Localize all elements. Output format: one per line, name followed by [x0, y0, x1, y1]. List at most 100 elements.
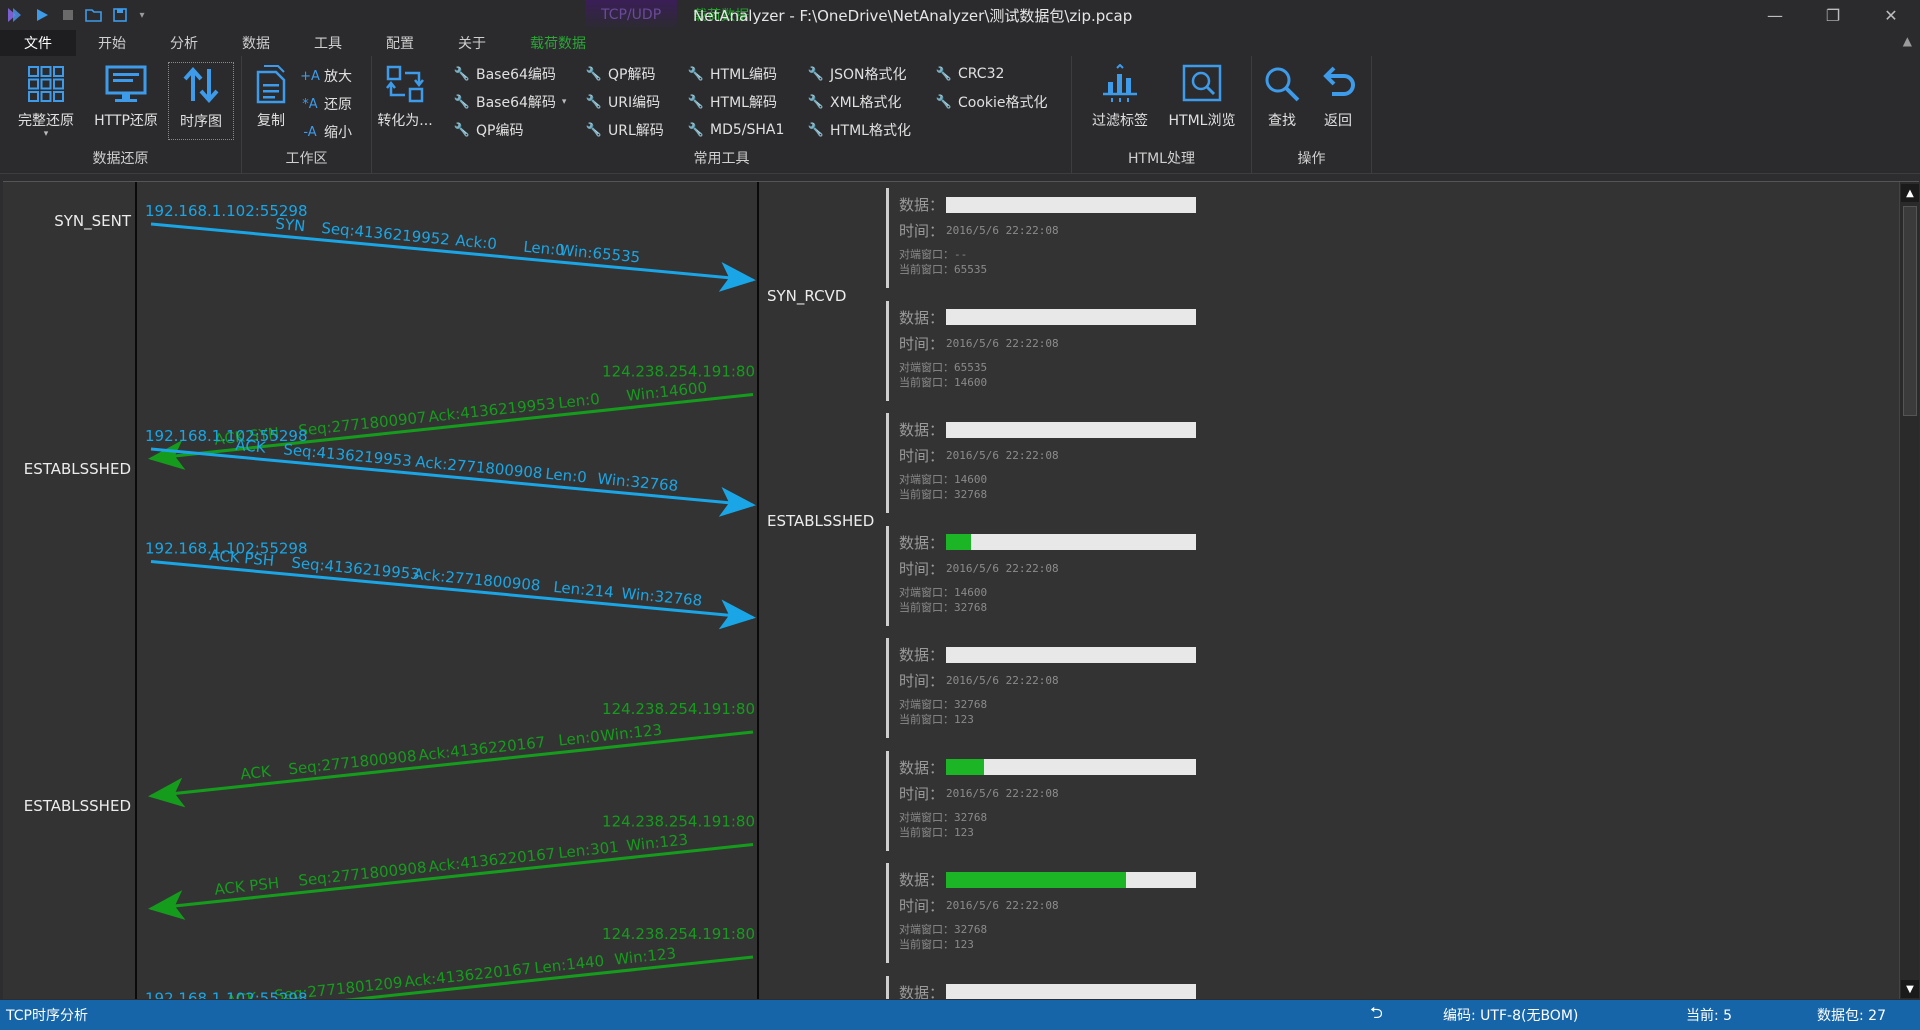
tab-tools[interactable]: 工具: [292, 30, 364, 56]
status-packet-count: 数据包: 27: [1817, 1008, 1886, 1024]
wrench-icon: 🔧: [453, 122, 471, 138]
packet-panel[interactable]: 数据： 时间： 2016/5/6 22:22:08 对端窗口：14600 当前窗口：32…: [886, 525, 1226, 626]
time-value: 2016/5/6 22:22:08: [946, 224, 1059, 237]
open-folder-icon[interactable]: [84, 5, 104, 25]
message-arrow[interactable]: [148, 730, 754, 808]
scroll-down-icon[interactable]: ▼: [1901, 980, 1919, 998]
qp-decode-button[interactable]: 🔧 QP解码: [586, 62, 656, 86]
qp-encode-button[interactable]: 🔧 QP编码: [453, 118, 524, 142]
full-restore-button[interactable]: 完整还原 ▾: [8, 62, 84, 140]
message-field: Seq:4136219952: [321, 219, 451, 249]
message-field: Ack:2771800908: [413, 565, 542, 595]
peer-window-value: 对端窗口：14600: [899, 585, 988, 599]
packet-panel[interactable]: 数据： 时间： 2016/5/6 22:22:08 对端窗口：32768 当前窗口：12…: [886, 750, 1226, 851]
tab-file[interactable]: 文件: [0, 30, 76, 56]
packet-panel[interactable]: 数据：: [886, 975, 1226, 999]
payload-label: 数据：: [899, 421, 945, 439]
html-format-button[interactable]: 🔧 HTML格式化: [808, 118, 911, 142]
group-label-workspace: 工作区: [285, 151, 328, 167]
tab-config[interactable]: 配置: [364, 30, 436, 56]
back-button[interactable]: 返回: [1310, 62, 1366, 140]
packet-panel[interactable]: 数据： 时间： 2016/5/6 22:22:08 对端窗口：14600 当前窗口：32…: [886, 413, 1226, 513]
customize-dropdown-icon[interactable]: ▾: [136, 5, 148, 25]
url-decode-label: URL解码: [608, 123, 664, 139]
group-label-html: HTML处理: [1128, 151, 1195, 167]
uri-encode-button[interactable]: 🔧 URI编码: [586, 90, 660, 114]
restore-button[interactable]: ❐: [1804, 0, 1862, 30]
payload-size-bar: [946, 309, 1197, 325]
monitor-icon: [104, 62, 148, 106]
html-format-label: HTML格式化: [830, 123, 911, 139]
html-browse-button[interactable]: HTML浏览: [1164, 62, 1240, 140]
server-state-label: SYN_RCVD: [767, 287, 847, 305]
sequence-diagram-label: 时序图: [180, 114, 222, 130]
peer-window-value: 对端窗口：--: [899, 248, 968, 261]
time-value: 2016/5/6 22:22:08: [946, 561, 1059, 575]
vertical-scrollbar[interactable]: ▲ ▼: [1899, 182, 1919, 999]
collapse-ribbon-icon[interactable]: ▲: [1903, 34, 1912, 48]
local-window-value: 当前窗口：65535: [899, 263, 988, 276]
scroll-up-icon[interactable]: ▲: [1901, 184, 1919, 202]
convert-button[interactable]: 转化为...: [372, 62, 438, 140]
tab-start[interactable]: 开始: [76, 30, 148, 56]
json-format-button[interactable]: 🔧 JSON格式化: [808, 62, 907, 86]
find-button[interactable]: 查找: [1254, 62, 1310, 140]
packet-panel[interactable]: 数据： 时间： 2016/5/6 22:22:08 对端窗口：32768 当前窗口：12…: [886, 863, 1226, 963]
stop-icon[interactable]: [58, 5, 78, 25]
full-restore-label: 完整还原: [18, 113, 74, 129]
message-arrow[interactable]: [148, 843, 754, 920]
message-arrow[interactable]: [150, 222, 756, 292]
group-label-operations: 操作: [1297, 151, 1326, 167]
payload-row: 数据：: [899, 419, 1197, 440]
peer-window-value: 对端窗口：65535: [899, 360, 988, 374]
status-current: 当前: 5: [1686, 1008, 1733, 1024]
tab-payload-data[interactable]: 载荷数据: [508, 30, 608, 56]
filter-tags-button[interactable]: 过滤标签: [1082, 62, 1158, 140]
zoom-in-label: 放大: [324, 69, 352, 85]
zoom-out-button[interactable]: -A 缩小: [302, 120, 352, 144]
tab-about[interactable]: 关于: [436, 30, 508, 56]
message-field: Len:0: [545, 465, 588, 487]
time-row: 时间： 2016/5/6 22:22:08: [899, 783, 1059, 804]
close-button[interactable]: ✕: [1862, 0, 1920, 30]
crc32-button[interactable]: 🔧 CRC32: [936, 62, 1005, 86]
packet-panel[interactable]: 数据： 时间： 2016/5/6 22:22:08 对端窗口：-- 当前窗口：65535: [886, 188, 1226, 288]
zoom-reset-button[interactable]: *A 还原: [302, 92, 352, 116]
base64-decode-button[interactable]: 🔧 Base64解码 ▾: [454, 90, 567, 114]
payload-label: 数据：: [899, 196, 945, 214]
html-decode-button[interactable]: 🔧 HTML解码: [688, 90, 777, 114]
status-encoding[interactable]: 编码: UTF-8(无BOM): [1443, 1005, 1578, 1025]
payload-size-bar: [946, 871, 1197, 888]
tab-analysis[interactable]: 分析: [148, 30, 220, 56]
wrench-icon: 🔧: [585, 94, 603, 110]
http-restore-button[interactable]: HTTP还原: [88, 62, 164, 140]
time-row: 时间： 2016/5/6 22:22:08: [899, 445, 1059, 466]
packet-panel[interactable]: 数据： 时间： 2016/5/6 22:22:08 对端窗口：32768 当前窗口：12…: [886, 638, 1226, 738]
cookie-format-button[interactable]: 🔧 Cookie格式化: [936, 90, 1048, 114]
scroll-thumb[interactable]: [1903, 206, 1917, 416]
context-tab-tcp-udp[interactable]: TCP/UDP: [585, 0, 678, 30]
undo-icon[interactable]: ⮌: [1370, 1002, 1383, 1029]
payload-row: 数据：: [899, 194, 1197, 215]
url-decode-button[interactable]: 🔧 URL解码: [586, 118, 664, 142]
tab-data[interactable]: 数据: [220, 30, 292, 56]
save-icon[interactable]: [110, 5, 130, 25]
minimize-button[interactable]: —: [1746, 0, 1804, 30]
time-label: 时间：: [899, 222, 945, 240]
base64-encode-button[interactable]: 🔧 Base64编码: [454, 62, 556, 86]
sequence-diagram-button[interactable]: 时序图: [168, 62, 234, 140]
play-icon[interactable]: [32, 5, 52, 25]
message-field: Len:0: [558, 727, 601, 749]
packet-panel[interactable]: 数据： 时间： 2016/5/6 22:22:08 对端窗口：65535 当前窗口：14…: [886, 300, 1226, 401]
xml-format-button[interactable]: 🔧 XML格式化: [808, 90, 902, 114]
zoom-in-button[interactable]: +A 放大: [300, 64, 352, 88]
html-encode-button[interactable]: 🔧 HTML编码: [688, 62, 777, 86]
message-field: Len:214: [553, 578, 615, 602]
payload-row: 数据：: [899, 757, 1197, 778]
copy-button[interactable]: 复制: [246, 62, 296, 140]
sequence-view[interactable]: 192.168.1.102:55298 SYN Seq:4136219952 Ack:…: [3, 181, 1919, 999]
ribbon: 完整还原 ▾ HTTP还原 时序图 数据还原 复制 +A 放大 *A 还原 -A…: [0, 56, 1920, 174]
html-encode-label: HTML编码: [710, 67, 777, 83]
client-state-label: SYN_SENT: [54, 212, 131, 230]
md5-sha1-button[interactable]: 🔧 MD5/SHA1: [688, 118, 784, 142]
